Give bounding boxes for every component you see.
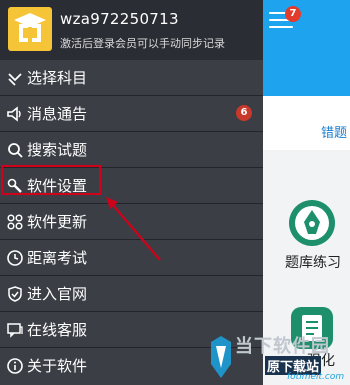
background-app-header: 7 错题 bbox=[263, 0, 350, 150]
navigation-drawer: wza972250713 激活后登录会员可以手动同步记录 选择科目 消息通告 6… bbox=[0, 0, 263, 385]
wrong-questions-label: 错题 bbox=[321, 126, 348, 141]
pen-nib-icon[interactable] bbox=[289, 200, 335, 246]
background-card[interactable]: 错题 bbox=[263, 96, 350, 150]
watermark-logo-icon bbox=[211, 336, 231, 378]
watermark-brand: 当下软件园 bbox=[235, 336, 330, 357]
annotation-arrow-icon bbox=[106, 197, 161, 261]
watermark-url: fotimeit.com bbox=[287, 372, 345, 382]
watermark: 当下软件园 原下载站 fotimeit.com bbox=[205, 330, 350, 385]
notification-badge: 7 bbox=[285, 6, 301, 22]
question-bank-practice-label[interactable]: 题库练习 bbox=[285, 252, 341, 272]
background-app: 7 错题 题库练习 强化 bbox=[263, 0, 350, 385]
